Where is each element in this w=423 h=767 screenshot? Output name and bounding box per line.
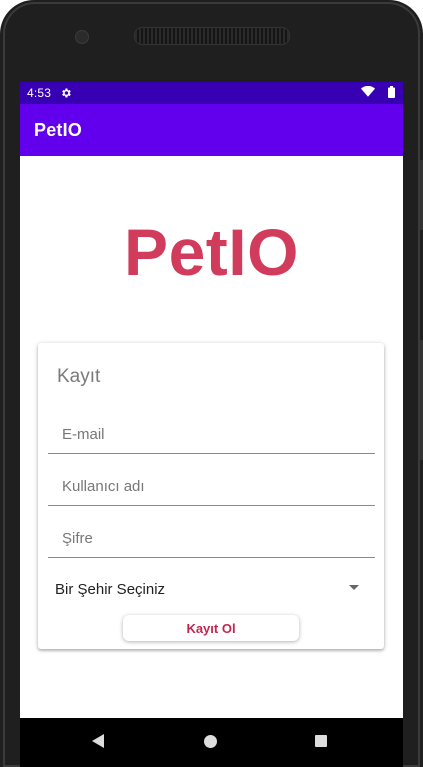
city-select[interactable]: Bir Şehir Seçiniz (48, 571, 375, 607)
email-field (48, 413, 375, 454)
back-icon[interactable] (92, 734, 104, 748)
status-icons (361, 85, 395, 101)
battery-icon (388, 85, 395, 101)
front-camera (75, 30, 89, 44)
phone-frame: 4:53 PetIO PetIO Kayıt E-mail Kullanıcı … (0, 0, 423, 767)
earpiece-speaker (134, 27, 290, 45)
status-bar: 4:53 (20, 82, 403, 104)
register-button[interactable]: Kayıt Ol (123, 615, 299, 641)
email-input[interactable] (62, 423, 362, 445)
system-nav-bar (20, 718, 403, 767)
dropdown-arrow-icon (349, 585, 359, 590)
city-select-value: Bir Şehir Seçiniz (55, 580, 166, 598)
app-bar: PetIO (20, 104, 403, 156)
form-title: Kayıt (57, 366, 101, 387)
app-title: PetIO (34, 119, 83, 140)
password-input[interactable] (62, 527, 362, 549)
app-logo-text: PetIO (124, 215, 299, 289)
username-input[interactable] (62, 475, 362, 497)
app-screen: 4:53 PetIO PetIO Kayıt E-mail Kullanıcı … (20, 82, 403, 767)
wifi-icon (361, 85, 375, 100)
home-icon[interactable] (204, 735, 217, 748)
recents-icon[interactable] (315, 735, 327, 747)
password-field (48, 517, 375, 558)
register-card: Kayıt Bir Şehir Seçiniz Kayıt Ol (38, 343, 384, 649)
settings-gear-icon (60, 87, 72, 99)
username-field (48, 465, 375, 506)
status-time: 4:53 (27, 86, 52, 100)
